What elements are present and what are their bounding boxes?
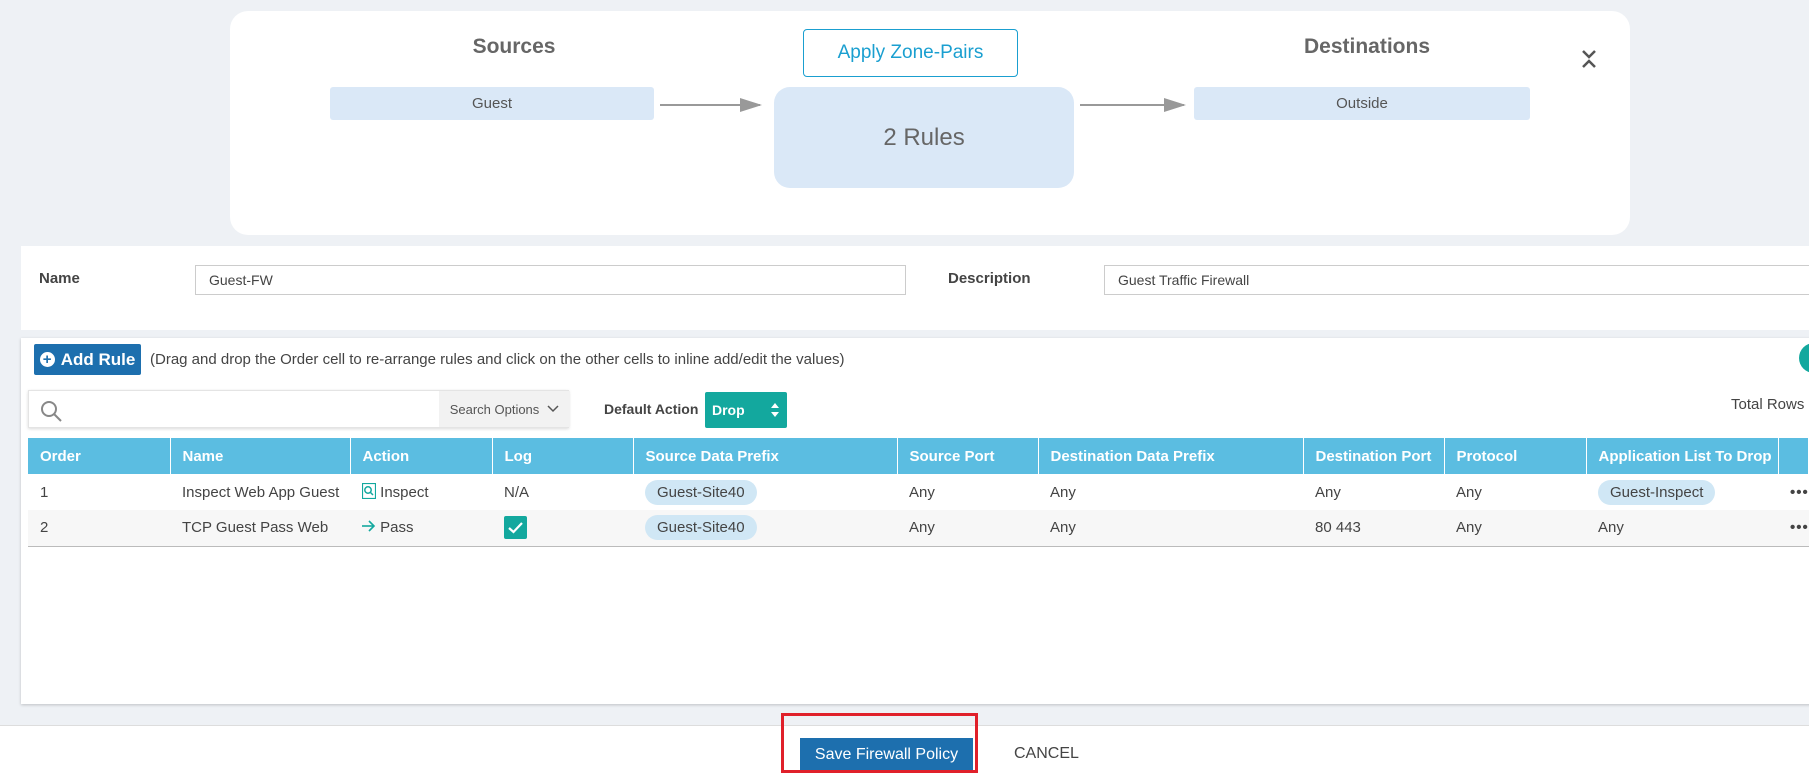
checkmark-icon (508, 522, 523, 534)
arrow-right-icon (362, 520, 376, 532)
rules-panel: + Add Rule (Drag and drop the Order cell… (21, 338, 1809, 704)
description-input[interactable] (1104, 265, 1809, 295)
search-options-dropdown[interactable]: Search Options (439, 391, 570, 427)
menu-icon[interactable] (1799, 343, 1809, 373)
column-header[interactable]: Order (28, 438, 171, 474)
source-prefix-cell[interactable]: Guest-Site40 (633, 510, 897, 547)
apply-zone-pairs-button[interactable]: Apply Zone-Pairs (803, 29, 1018, 77)
action-cell[interactable]: Inspect (350, 474, 492, 510)
name-cell[interactable]: Inspect Web App Guest (170, 474, 350, 510)
source-zone-box[interactable]: Guest (330, 87, 654, 120)
protocol-cell[interactable]: Any (1444, 510, 1586, 547)
default-action-label: Default Action (604, 401, 699, 417)
table-row[interactable]: 2 TCP Guest Pass Web Pass Guest-Site40 A… (28, 510, 1809, 547)
column-header[interactable]: Log (492, 438, 634, 474)
protocol-cell[interactable]: Any (1444, 474, 1586, 510)
name-cell[interactable]: TCP Guest Pass Web (170, 510, 350, 547)
chevron-down-icon (547, 405, 559, 413)
cancel-button[interactable]: CANCEL (1014, 745, 1079, 763)
footer-bar: Save Firewall Policy CANCEL (0, 725, 1809, 773)
search-options-label: Search Options (449, 401, 540, 417)
destination-zone-box[interactable]: Outside (1194, 87, 1530, 120)
inspect-icon (361, 482, 377, 500)
column-header[interactable]: Source Port (897, 438, 1039, 474)
zone-pairs-card: Sources Apply Zone-Pairs Destinations Gu… (230, 11, 1630, 235)
default-action-select[interactable]: Drop (705, 392, 787, 428)
search-bar: Search Options (28, 390, 570, 428)
dest-port-cell[interactable]: Any (1303, 474, 1444, 510)
source-arrow-icon (660, 98, 762, 112)
column-header[interactable]: Application List To Drop (1586, 438, 1779, 474)
sources-title: Sources (472, 35, 556, 58)
destination-arrow-icon (1080, 98, 1186, 112)
default-action-value: Drop (712, 402, 745, 418)
log-cell[interactable] (492, 510, 633, 547)
log-cell[interactable]: N/A (492, 474, 633, 510)
policy-form: Name Description (21, 246, 1809, 330)
search-input[interactable] (73, 395, 453, 423)
table-header-row: Order Name Action Log Source Data Prefix… (28, 438, 1809, 474)
more-icon[interactable]: ••• (1778, 510, 1809, 547)
column-header-extra (1778, 438, 1809, 474)
action-label: Inspect (380, 484, 429, 501)
dest-prefix-cell[interactable]: Any (1038, 510, 1303, 547)
rules-table: Order Name Action Log Source Data Prefix… (28, 438, 1809, 547)
column-header[interactable]: Action (350, 438, 493, 474)
column-header[interactable]: Protocol (1444, 438, 1587, 474)
column-header[interactable]: Destination Data Prefix (1038, 438, 1304, 474)
dest-prefix-cell[interactable]: Any (1038, 474, 1303, 510)
log-checkbox[interactable] (504, 516, 527, 540)
column-header[interactable]: Name (170, 438, 351, 474)
total-rows-label: Total Rows (1731, 396, 1805, 413)
order-cell[interactable]: 2 (28, 510, 170, 547)
source-prefix-pill: Guest-Site40 (645, 479, 757, 505)
order-cell[interactable]: 1 (28, 474, 170, 510)
collapse-icon[interactable] (1574, 37, 1604, 77)
description-label: Description (948, 270, 1031, 287)
action-label: Pass (380, 519, 414, 537)
rules-summary-box[interactable]: 2 Rules (774, 87, 1074, 188)
source-port-cell[interactable]: Any (897, 510, 1038, 547)
name-label: Name (39, 270, 80, 287)
app-list-cell[interactable]: Any (1586, 510, 1778, 547)
dest-port-cell[interactable]: 80 443 (1303, 510, 1444, 547)
table-row[interactable]: 1 Inspect Web App Guest Inspect N/A Gues… (28, 474, 1809, 510)
rules-hint: (Drag and drop the Order cell to re-arra… (150, 351, 845, 368)
search-icon (41, 401, 62, 422)
source-prefix-pill: Guest-Site40 (645, 515, 757, 541)
column-header[interactable]: Source Data Prefix (633, 438, 898, 474)
column-header[interactable]: Destination Port (1303, 438, 1445, 474)
more-icon[interactable]: ••• (1778, 474, 1809, 510)
destinations-title: Destinations (1303, 35, 1431, 58)
app-list-cell[interactable]: Guest-Inspect (1586, 474, 1778, 510)
source-port-cell[interactable]: Any (897, 474, 1038, 510)
save-firewall-policy-button[interactable]: Save Firewall Policy (800, 738, 973, 771)
sort-updown-icon (771, 403, 779, 417)
plus-icon: + (39, 352, 55, 367)
name-input[interactable] (195, 265, 906, 295)
app-list-pill: Guest-Inspect (1598, 479, 1716, 505)
add-rule-label: Add Rule (60, 349, 136, 369)
source-prefix-cell[interactable]: Guest-Site40 (633, 474, 897, 510)
action-cell[interactable]: Pass (350, 510, 492, 547)
add-rule-button[interactable]: + Add Rule (34, 344, 141, 375)
